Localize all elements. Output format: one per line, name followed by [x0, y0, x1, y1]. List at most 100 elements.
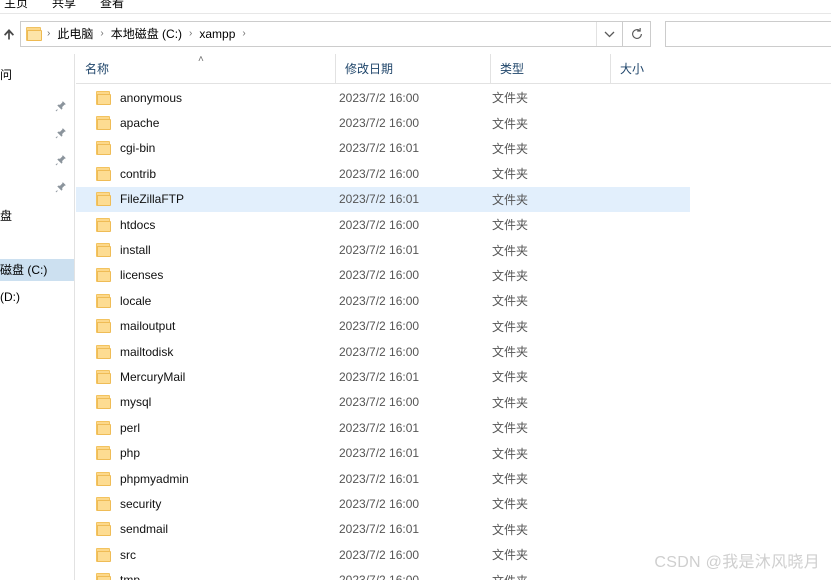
file-name-label: mailtodisk	[120, 344, 174, 359]
file-name-cell[interactable]: MercuryMail	[76, 369, 335, 384]
navpane-item-label: 问	[0, 68, 13, 82]
file-date-cell: 2023/7/2 16:00	[339, 319, 420, 334]
table-row[interactable]: perl 2023/7/2 16:01 文件夹	[76, 415, 690, 440]
table-row[interactable]: install 2023/7/2 16:01 文件夹	[76, 237, 690, 262]
navpane-item-0[interactable]: 问	[0, 64, 74, 86]
table-row[interactable]: FileZillaFTP 2023/7/2 16:01 文件夹	[76, 186, 690, 212]
navpane-item-1[interactable]	[0, 95, 74, 117]
table-row[interactable]: contrib 2023/7/2 16:00 文件夹	[76, 161, 690, 186]
folder-icon	[96, 141, 112, 156]
address-bar[interactable]: › 此电脑 › 本地磁盘 (C:) › xampp ›	[20, 21, 623, 47]
file-name-label: FileZillaFTP	[120, 192, 185, 207]
table-row[interactable]: licenses 2023/7/2 16:00 文件夹	[76, 263, 690, 288]
address-history-dropdown-button[interactable]	[596, 22, 622, 46]
file-date-cell: 2023/7/2 16:00	[339, 116, 420, 131]
file-name-label: mysql	[120, 395, 152, 410]
breadcrumb: › 此电脑 › 本地磁盘 (C:) › xampp ›	[21, 22, 596, 46]
file-name-cell[interactable]: install	[76, 243, 335, 258]
table-row[interactable]: htdocs 2023/7/2 16:00 文件夹	[76, 212, 690, 237]
table-row[interactable]: tmp 2023/7/2 16:00文件夹	[76, 567, 690, 580]
table-row[interactable]: cgi-bin 2023/7/2 16:01 文件夹	[76, 136, 690, 161]
file-name-cell[interactable]: anonymous	[76, 90, 335, 105]
navpane-item-2[interactable]	[0, 122, 74, 144]
navpane-item-5[interactable]: 盘	[0, 205, 74, 227]
breadcrumb-separator: ›	[100, 28, 104, 39]
table-row[interactable]: sendmail 2023/7/2 16:01 文件夹	[76, 517, 690, 542]
folder-icon	[96, 522, 112, 537]
column-header-size[interactable]: 大小	[610, 53, 696, 84]
file-name-label: sendmail	[120, 522, 169, 537]
file-type-cell: 文件夹	[492, 472, 529, 487]
table-row[interactable]: src 2023/7/2 16:00 文件夹	[76, 542, 690, 567]
file-name-cell[interactable]: php	[76, 446, 335, 461]
navpane-item-label: 盘	[0, 209, 13, 223]
column-header-type[interactable]: 类型	[490, 53, 610, 84]
file-name-cell[interactable]: sendmail	[76, 522, 335, 537]
file-name-cell[interactable]: locale	[76, 293, 335, 308]
file-name-label: MercuryMail	[120, 369, 186, 384]
file-name-cell[interactable]: contrib	[76, 166, 335, 181]
file-type-cell: 文件夹	[490, 572, 610, 580]
file-name-cell[interactable]: cgi-bin	[76, 141, 335, 156]
file-type-cell: 文件夹	[492, 294, 529, 309]
navpane-item-label: (D:)	[0, 290, 20, 304]
file-name-label: locale	[120, 293, 152, 308]
file-name-label: contrib	[120, 166, 157, 181]
file-name-cell[interactable]: mailtodisk	[76, 344, 335, 359]
up-one-level-button[interactable]	[2, 19, 16, 49]
table-row[interactable]: mailoutput 2023/7/2 16:00 文件夹	[76, 314, 690, 339]
file-explorer-window: 主页 共享 查看 › 此电脑 › 本地磁盘 (C:) › xampp › 问 盘…	[0, 0, 831, 580]
file-name-cell[interactable]: src	[76, 547, 335, 562]
file-name-cell[interactable]: apache	[76, 116, 335, 131]
breadcrumb-separator[interactable]: ›	[240, 26, 247, 42]
file-type-cell: 文件夹	[492, 319, 529, 334]
ribbon-tab-1[interactable]: 共享	[40, 0, 88, 14]
file-name-cell[interactable]: licenses	[76, 268, 335, 283]
table-row[interactable]: security 2023/7/2 16:00 文件夹	[76, 491, 690, 516]
file-name-cell[interactable]: htdocs	[76, 217, 335, 232]
file-date-cell: 2023/7/2 16:01	[339, 420, 420, 435]
ribbon-tab-0[interactable]: 主页	[0, 0, 40, 14]
file-date-cell: 2023/7/2 16:00	[339, 344, 420, 359]
navpane-item-6[interactable]: 磁盘 (C:)	[0, 259, 74, 281]
breadcrumb-item-this-pc[interactable]: 此电脑	[52, 23, 98, 45]
file-name-cell[interactable]: mailoutput	[76, 319, 335, 334]
file-name-cell[interactable]: mysql	[76, 395, 335, 410]
column-header-date-modified[interactable]: 修改日期	[335, 53, 490, 84]
search-box[interactable]	[665, 21, 831, 47]
table-row[interactable]: locale 2023/7/2 16:00 文件夹	[76, 288, 690, 313]
file-list[interactable]: anonymous 2023/7/2 16:00 文件夹 apache 2023/7/2…	[76, 85, 831, 580]
file-type-cell: 文件夹	[492, 192, 529, 207]
refresh-icon	[631, 28, 642, 39]
column-header-name[interactable]: 名称 ˄	[76, 54, 335, 84]
table-row[interactable]: MercuryMail 2023/7/2 16:01 文件夹	[76, 364, 690, 389]
table-row[interactable]: anonymous 2023/7/2 16:00 文件夹	[76, 85, 690, 110]
refresh-button[interactable]	[623, 21, 651, 47]
folder-icon	[96, 395, 112, 410]
file-name-cell[interactable]: FileZillaFTP	[76, 192, 335, 207]
navpane-item-3[interactable]	[0, 149, 74, 171]
file-name-label: php	[120, 446, 141, 461]
breadcrumb-item-xampp[interactable]: xampp	[194, 23, 240, 45]
table-row[interactable]: phpmyadmin 2023/7/2 16:01 文件夹	[76, 466, 690, 491]
table-row[interactable]: mysql 2023/7/2 16:00 文件夹	[76, 390, 690, 415]
file-date-cell: 2023/7/2 16:00	[339, 268, 420, 283]
search-input[interactable]	[672, 27, 831, 41]
table-row[interactable]: apache 2023/7/2 16:00 文件夹	[76, 110, 690, 135]
table-row[interactable]: mailtodisk 2023/7/2 16:00 文件夹	[76, 339, 690, 364]
file-type-cell: 文件夹	[492, 167, 529, 182]
file-name-cell[interactable]: phpmyadmin	[76, 471, 335, 486]
folder-icon	[96, 166, 112, 181]
navpane-item-4[interactable]	[0, 176, 74, 198]
file-name-label: apache	[120, 116, 160, 131]
file-name-cell[interactable]: tmp	[76, 573, 335, 580]
breadcrumb-item-local-disk-c[interactable]: 本地磁盘 (C:)	[106, 23, 187, 45]
file-name-cell[interactable]: perl	[76, 420, 335, 435]
navigation-bar: › 此电脑 › 本地磁盘 (C:) › xampp ›	[0, 16, 831, 52]
table-row[interactable]: php 2023/7/2 16:01 文件夹	[76, 440, 690, 465]
folder-icon	[96, 217, 112, 232]
ribbon-tab-2[interactable]: 查看	[88, 0, 136, 14]
file-name-cell[interactable]: security	[76, 496, 335, 511]
navpane-item-7[interactable]: (D:)	[0, 286, 74, 308]
file-type-cell: 文件夹	[492, 497, 529, 512]
